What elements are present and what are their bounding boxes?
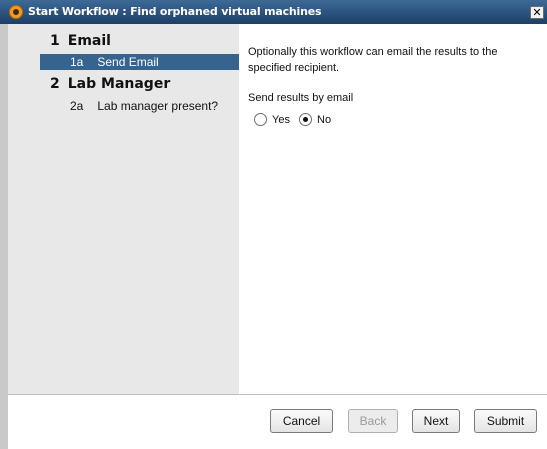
step-label: Email [67,33,111,49]
step-description: Optionally this workflow can email the r… [248,46,498,74]
substep-label: Lab manager present? [97,99,219,113]
step-content: Optionally this workflow can email the r… [239,24,547,394]
next-button[interactable]: Next [412,409,460,433]
send-email-radio-group: Yes No [254,113,337,129]
substep-send-email[interactable]: 1a Send Email [40,54,239,70]
window-title: Start Workflow : Find orphaned virtual m… [28,5,322,18]
step-group-lab-manager[interactable]: 2 Lab Manager [50,76,170,92]
substep-lab-manager-present[interactable]: 2a Lab manager present? [40,98,239,114]
step-label: Lab Manager [67,76,171,92]
title-bar[interactable]: Start Workflow : Find orphaned virtual m… [0,0,547,24]
back-button[interactable]: Back [348,409,398,433]
step-number: 1 [50,33,60,49]
cancel-button[interactable]: Cancel [270,409,333,433]
step-number: 2 [50,76,60,92]
button-bar: Cancel Back Next Submit [8,394,547,449]
orchestrator-app-icon [9,5,23,19]
yes-radio-label[interactable]: Yes [272,114,290,126]
workflow-dialog: Start Workflow : Find orphaned virtual m… [0,0,547,449]
step-navigation: 1 Email 1a Send Email 2 Lab Manager 2a Lab… [8,24,239,394]
close-button[interactable]: ✕ [530,6,544,19]
no-radio-label[interactable]: No [317,114,331,126]
no-radio[interactable] [299,113,313,126]
substep-code: 2a [70,99,84,113]
send-email-field-label: Send results by email [248,92,354,104]
substep-code: 1a [70,55,84,69]
substep-label: Send Email [97,55,159,69]
yes-radio[interactable] [254,113,267,126]
step-group-email[interactable]: 1 Email [50,33,111,49]
submit-button[interactable]: Submit [474,409,537,433]
